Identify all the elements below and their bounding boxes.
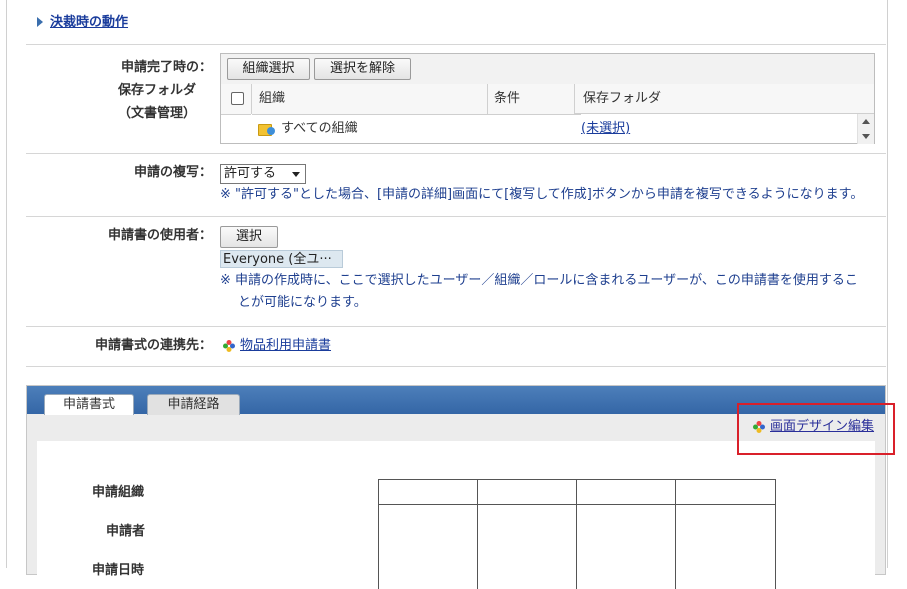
linked-form-link[interactable]: 物品利用申請書	[240, 337, 331, 355]
grid-cell	[576, 504, 675, 589]
folder-unselected-link[interactable]: (未選択)	[581, 120, 630, 138]
divider	[26, 326, 886, 327]
tab-route[interactable]: 申請経路	[147, 394, 240, 415]
column-header-folder[interactable]: 保存フォルダ	[575, 84, 874, 114]
column-header-condition[interactable]: 条件	[488, 84, 581, 115]
copy-setting-value: 許可する	[224, 166, 277, 181]
divider	[26, 216, 886, 217]
grid-cell	[477, 479, 576, 504]
grid-cell	[378, 504, 477, 589]
divider	[26, 366, 886, 367]
users-note-line-1: ※ 申請の作成時に、ここで選択したユーザー／組織／ロールに含まれるユーザーが、こ…	[220, 273, 858, 288]
form-label-datetime: 申請日時	[92, 563, 145, 578]
column-header-org[interactable]: 組織	[252, 84, 494, 115]
scroll-up-icon[interactable]	[862, 119, 870, 124]
save-folder-label: 申請完了時の： 保存フォルダ （文書管理）	[117, 60, 212, 121]
grid-cell	[378, 479, 477, 504]
users-label: 申請書の使用者：	[107, 228, 212, 243]
form-label-org: 申請組織	[92, 485, 145, 500]
form-preview: 申請組織 申請者 申請日時	[37, 441, 875, 589]
form-label-applicant: 申請者	[106, 524, 146, 539]
users-note-line-2: とが可能になります。	[238, 295, 367, 310]
grid-cell	[477, 504, 576, 589]
select-all-checkbox[interactable]	[231, 92, 244, 105]
row-org-name: すべての組織	[281, 121, 358, 136]
form-diamond-icon	[223, 340, 235, 352]
chevron-down-icon	[292, 172, 300, 177]
table-row: すべての組織 (未選択)	[221, 114, 858, 144]
user-group-icon	[267, 127, 275, 135]
selected-user-chip[interactable]: Everyone (全ユ···	[220, 250, 343, 268]
section-toggle-label[interactable]: 決裁時の動作	[50, 14, 128, 32]
table-scrollbar[interactable]	[857, 114, 874, 144]
copy-setting-label: 申請の複写：	[133, 165, 212, 180]
highlight-box	[737, 403, 895, 455]
save-folder-table: 組織選択 選択を解除 組織 条件 保存フォルダ すべての組織 (未選択)	[220, 53, 875, 144]
divider	[26, 153, 886, 154]
select-users-button[interactable]: 選択	[220, 226, 278, 248]
clear-selection-button[interactable]: 選択を解除	[314, 58, 411, 80]
copy-setting-select[interactable]: 許可する	[220, 164, 306, 184]
copy-setting-note: ※ "許可する"とした場合、[申請の詳細]画面にて[複写して作成]ボタンから申請…	[220, 187, 864, 202]
grid-cell	[675, 504, 775, 589]
scroll-down-icon[interactable]	[862, 134, 870, 139]
approval-grid	[378, 479, 776, 589]
tab-form[interactable]: 申請書式	[44, 394, 134, 415]
grid-cell	[675, 479, 775, 504]
link-target-label: 申請書式の連携先：	[94, 338, 212, 353]
grid-cell	[576, 479, 675, 504]
select-org-button[interactable]: 組織選択	[227, 58, 310, 80]
divider	[26, 44, 886, 45]
caret-right-icon	[37, 17, 43, 27]
